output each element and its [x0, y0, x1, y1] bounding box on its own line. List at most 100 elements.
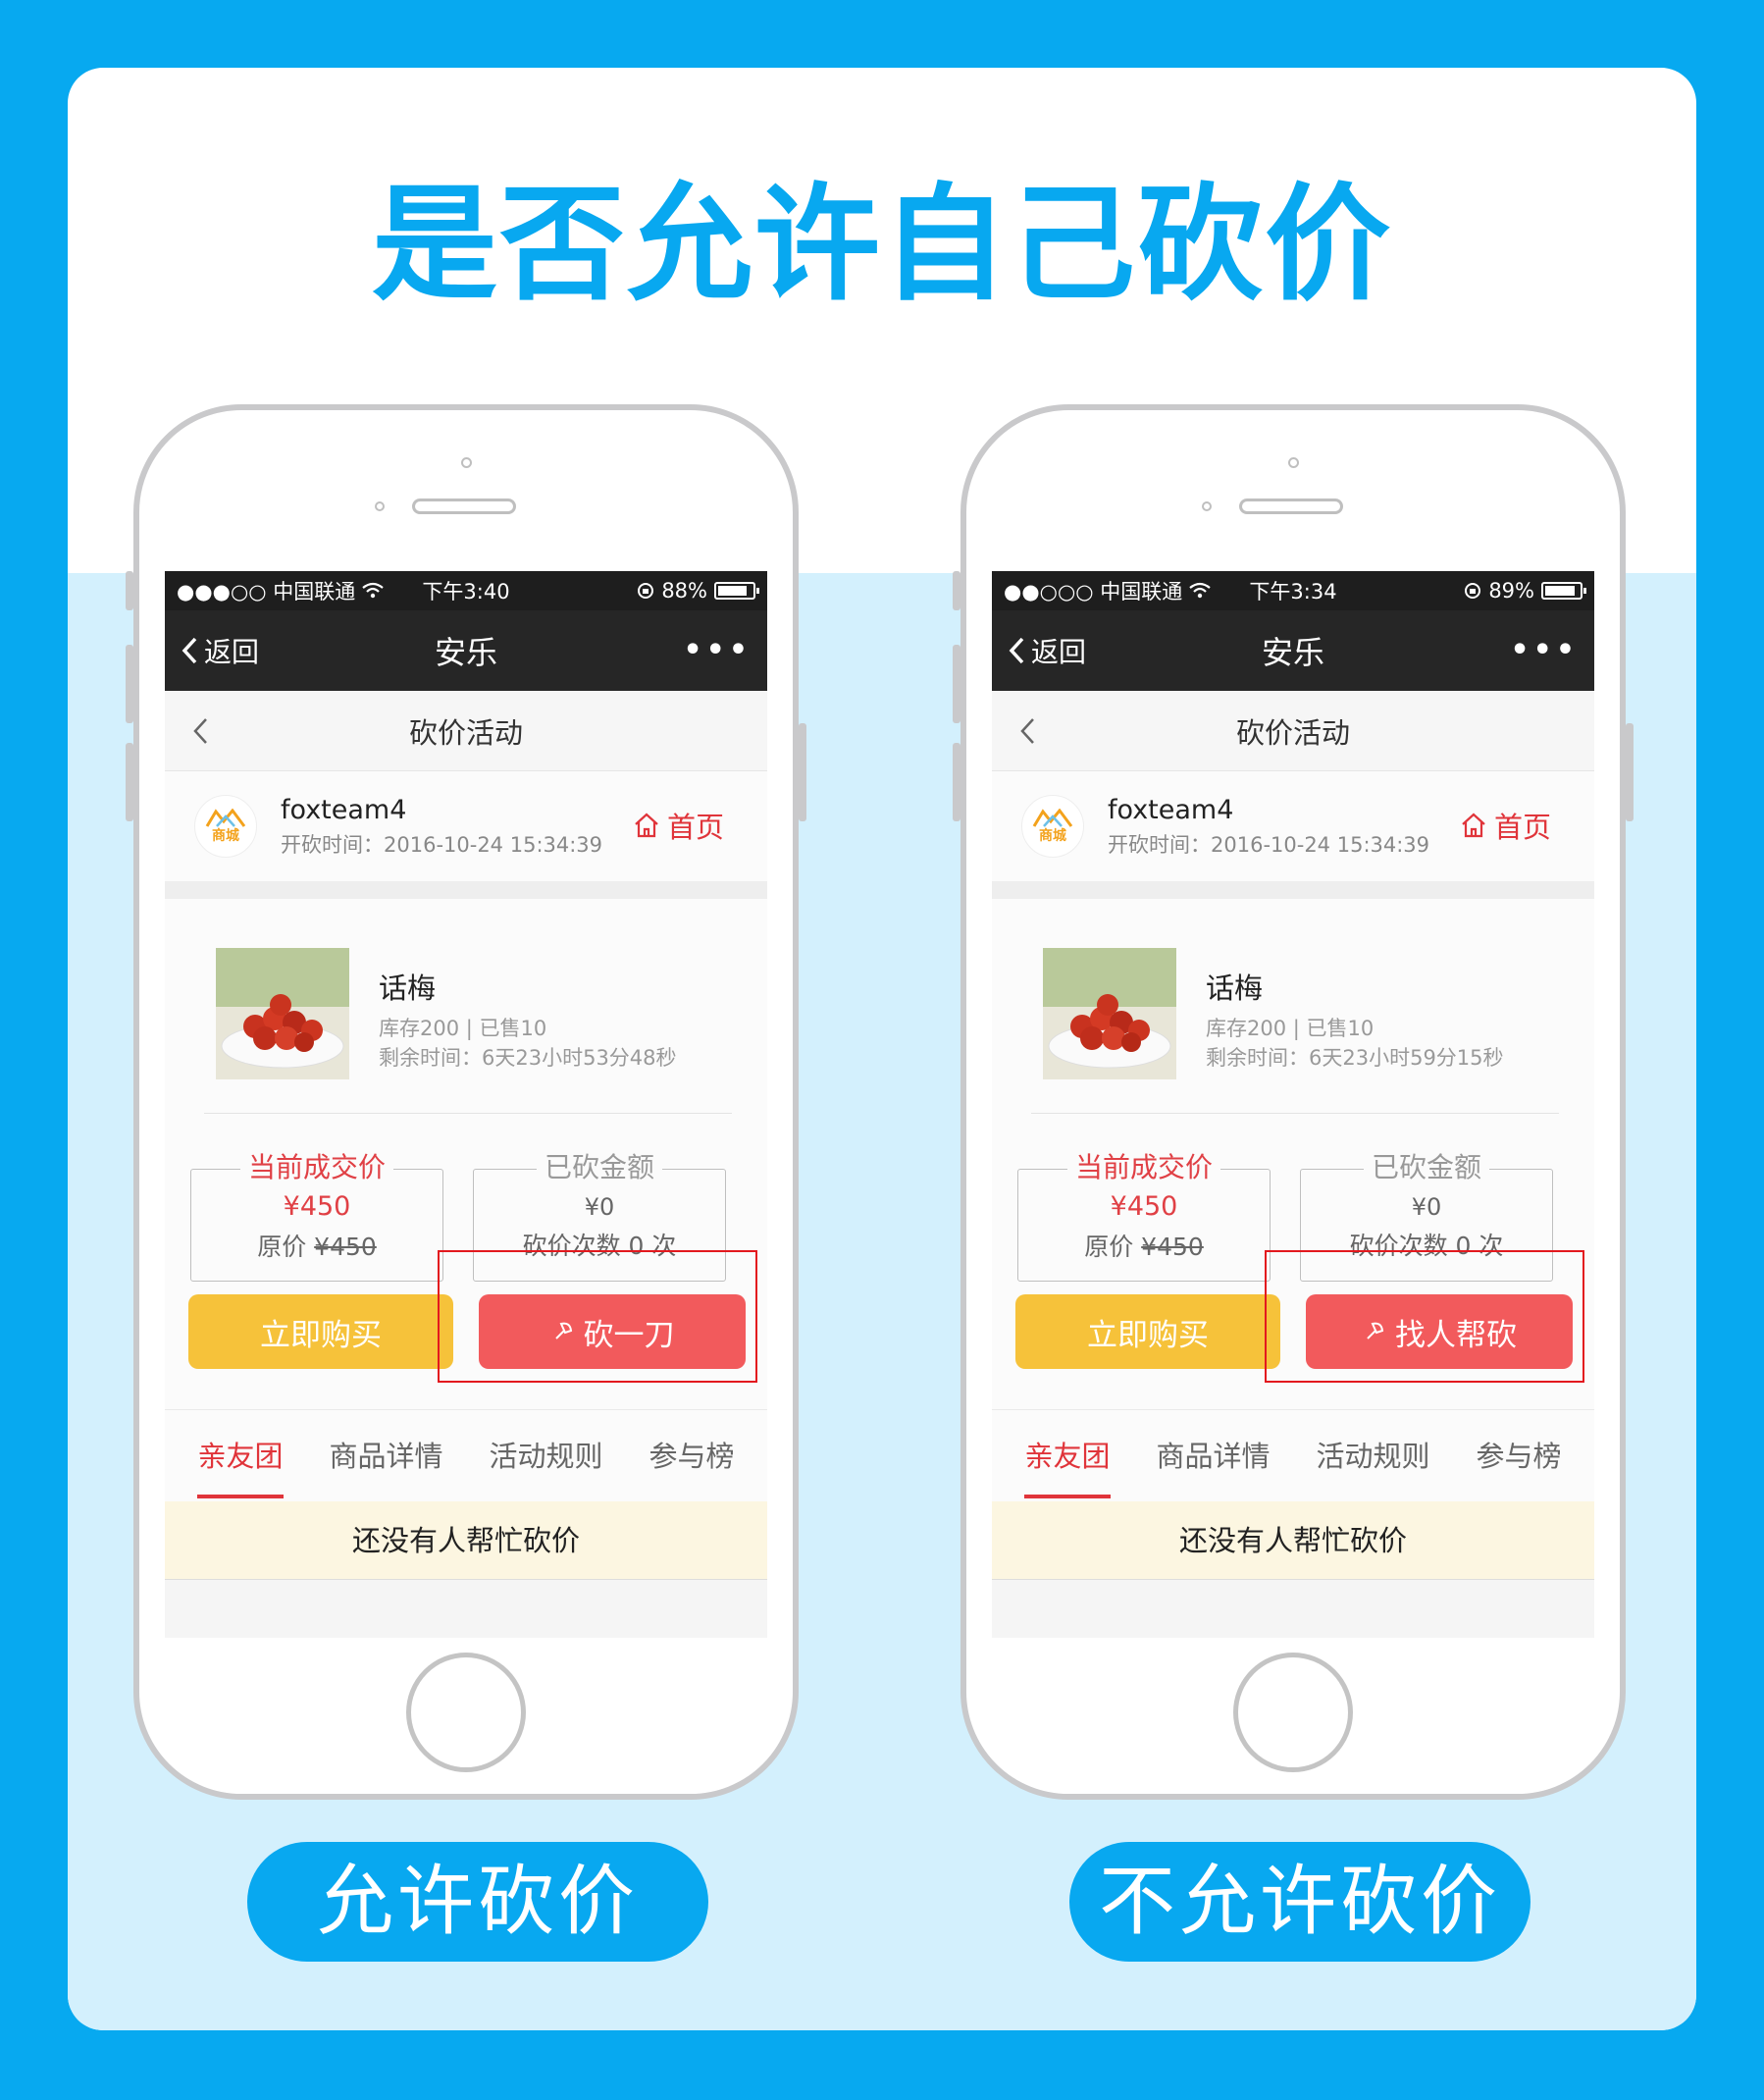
- cut-amount-label: 已砍金额: [1363, 1151, 1489, 1183]
- phone-mockup: ●●●○○ 中国联通 下午3:40 88% 返回 安乐 ••• 砍价活动 商城 …: [126, 404, 806, 1800]
- empty-notice: 还没有人帮忙砍价: [165, 1501, 767, 1580]
- mute-switch: [953, 571, 960, 610]
- original-price-label: 原价: [1084, 1233, 1134, 1261]
- home-button[interactable]: [406, 1653, 526, 1772]
- more-menu-button[interactable]: •••: [1510, 636, 1579, 665]
- plum-plate-illustration: [1043, 948, 1176, 1079]
- page-header: 砍价活动: [992, 691, 1594, 771]
- tab-bar: 亲友团 商品详情 活动规则 参与榜: [992, 1409, 1594, 1501]
- current-price: ¥450: [283, 1191, 351, 1222]
- remaining-time: 剩余时间：6天23小时59分15秒: [1206, 1046, 1504, 1070]
- home-link-label: 首页: [666, 811, 724, 844]
- buy-now-button[interactable]: 立即购买: [1015, 1294, 1280, 1369]
- back-button[interactable]: 返回: [1008, 631, 1086, 670]
- tab-bar: 亲友团 商品详情 活动规则 参与榜: [165, 1409, 767, 1501]
- chevron-left-icon: [1009, 637, 1024, 664]
- shop-header: 商城 foxteam4 开砍时间：2016-10-24 15:34:39 首页: [992, 771, 1594, 881]
- phone-mockup: ●●○○○ 中国联通 下午3:34 89% 返回 安乐 ••• 砍价活动 商城 …: [953, 404, 1634, 1800]
- chevron-left-icon: [182, 637, 197, 664]
- current-price-label: 当前成交价: [239, 1151, 393, 1183]
- proximity-sensor: [375, 501, 385, 511]
- phone-screen: ●●●○○ 中国联通 下午3:40 88% 返回 安乐 ••• 砍价活动 商城 …: [165, 571, 767, 1638]
- front-camera: [461, 457, 472, 468]
- carrier-label: ●●○○○ 中国联通: [1004, 580, 1183, 604]
- back-button[interactable]: 返回: [181, 631, 259, 670]
- plum-plate-illustration: [216, 948, 349, 1079]
- page-header: 砍价活动: [165, 691, 767, 771]
- shop-name: foxteam4: [1108, 794, 1234, 825]
- current-price: ¥450: [1110, 1191, 1178, 1222]
- original-price: ¥450: [314, 1233, 377, 1261]
- tab-friends[interactable]: 亲友团: [197, 1410, 284, 1502]
- wifi-icon: [362, 582, 384, 599]
- tab-ranking[interactable]: 参与榜: [649, 1410, 734, 1502]
- mute-switch: [126, 571, 133, 610]
- product-image: [1043, 948, 1176, 1079]
- shop-name: foxteam4: [281, 794, 407, 825]
- volume-up-button: [953, 645, 960, 723]
- product-section: 话梅 库存200 | 已售10 剩余时间：6天23小时59分15秒 当前成交价 …: [992, 899, 1594, 1409]
- home-button[interactable]: [1233, 1653, 1353, 1772]
- section-gap: [992, 881, 1594, 899]
- chevron-left-icon[interactable]: [1017, 715, 1037, 747]
- start-time: 开砍时间：2016-10-24 15:34:39: [1108, 832, 1430, 857]
- remaining-time: 剩余时间：6天23小时53分48秒: [379, 1046, 677, 1070]
- chevron-left-icon[interactable]: [190, 715, 210, 747]
- house-icon: [635, 813, 658, 838]
- cut-amount: ¥0: [584, 1193, 615, 1221]
- highlight-box: [438, 1250, 757, 1383]
- buy-now-button[interactable]: 立即购买: [188, 1294, 453, 1369]
- tab-ranking[interactable]: 参与榜: [1476, 1410, 1561, 1502]
- page-title: 砍价活动: [408, 715, 523, 750]
- wechat-nav-bar: 返回 安乐 •••: [165, 610, 767, 691]
- empty-notice: 还没有人帮忙砍价: [992, 1501, 1594, 1580]
- caption-pill: 不允许砍价: [1069, 1842, 1531, 1962]
- rotation-lock-icon: [1465, 583, 1481, 599]
- back-label: 返回: [204, 636, 260, 668]
- tab-details[interactable]: 商品详情: [1156, 1410, 1270, 1502]
- shop-avatar: 商城: [194, 795, 257, 858]
- tab-rules[interactable]: 活动规则: [1316, 1410, 1429, 1502]
- start-time: 开砍时间：2016-10-24 15:34:39: [281, 832, 603, 857]
- caption-pill: 允许砍价: [247, 1842, 708, 1962]
- original-price-label: 原价: [257, 1233, 307, 1261]
- shop-logo-icon: [1032, 809, 1073, 827]
- page-title: 砍价活动: [1235, 715, 1350, 750]
- divider: [204, 1113, 732, 1114]
- tab-details[interactable]: 商品详情: [329, 1410, 442, 1502]
- battery-percent: 89%: [1488, 579, 1534, 603]
- product-stock: 库存200 | 已售10: [1206, 1017, 1375, 1040]
- shop-logo-text: 商城: [212, 828, 239, 844]
- divider: [1031, 1113, 1559, 1114]
- battery-icon: [714, 582, 759, 600]
- earpiece-speaker: [412, 499, 516, 514]
- shop-header: 商城 foxteam4 开砍时间：2016-10-24 15:34:39 首页: [165, 771, 767, 881]
- home-link[interactable]: 首页: [632, 805, 724, 846]
- product-image: [216, 948, 349, 1079]
- original-price: ¥450: [1141, 1233, 1204, 1261]
- home-link[interactable]: 首页: [1459, 805, 1551, 846]
- cut-amount: ¥0: [1411, 1193, 1442, 1221]
- carrier-label: ●●●○○ 中国联通: [177, 580, 356, 604]
- shop-avatar: 商城: [1021, 795, 1084, 858]
- power-button: [799, 723, 806, 821]
- section-gap: [165, 881, 767, 899]
- product-section: 话梅 库存200 | 已售10 剩余时间：6天23小时53分48秒 当前成交价 …: [165, 899, 767, 1409]
- status-bar: ●●●○○ 中国联通 下午3:40 88%: [165, 571, 767, 610]
- product-stock: 库存200 | 已售10: [379, 1017, 547, 1040]
- cut-amount-label: 已砍金额: [536, 1151, 662, 1183]
- tab-friends[interactable]: 亲友团: [1024, 1410, 1111, 1502]
- tab-rules[interactable]: 活动规则: [489, 1410, 602, 1502]
- product-name: 话梅: [379, 971, 437, 1005]
- phone-screen: ●●○○○ 中国联通 下午3:34 89% 返回 安乐 ••• 砍价活动 商城 …: [992, 571, 1594, 1638]
- current-price-box: 当前成交价 ¥450 原价 ¥450: [1017, 1151, 1271, 1282]
- proximity-sensor: [1202, 501, 1212, 511]
- shop-logo-icon: [205, 809, 246, 827]
- product-name: 话梅: [1206, 971, 1264, 1005]
- battery-percent: 88%: [661, 579, 707, 603]
- wechat-nav-bar: 返回 安乐 •••: [992, 610, 1594, 691]
- volume-down-button: [953, 743, 960, 821]
- rotation-lock-icon: [638, 583, 654, 599]
- current-price-box: 当前成交价 ¥450 原价 ¥450: [190, 1151, 443, 1282]
- more-menu-button[interactable]: •••: [683, 636, 752, 665]
